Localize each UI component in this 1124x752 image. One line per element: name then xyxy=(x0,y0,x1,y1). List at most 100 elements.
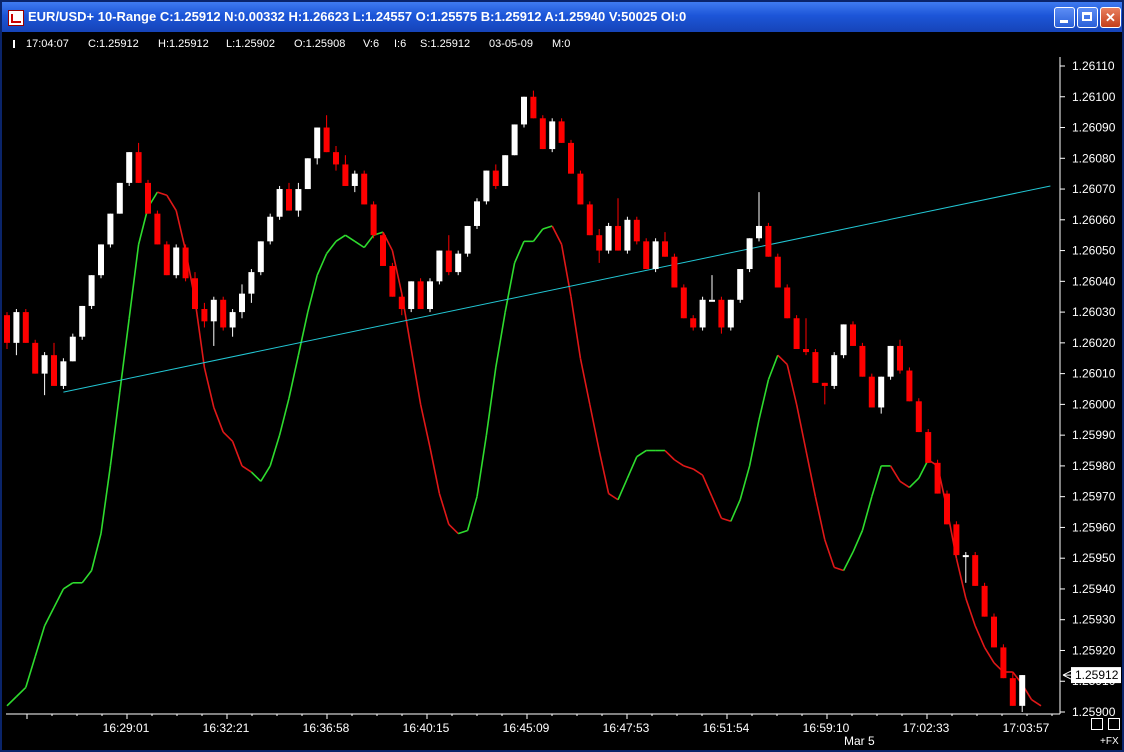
candle-up[interactable] xyxy=(210,299,217,322)
candle-up[interactable] xyxy=(248,272,255,294)
candle-down[interactable] xyxy=(220,299,227,328)
candle-down[interactable] xyxy=(812,352,819,383)
candle-down[interactable] xyxy=(765,225,772,257)
candle-up[interactable] xyxy=(239,293,245,313)
candle-up[interactable] xyxy=(276,189,283,217)
candle-up[interactable] xyxy=(962,555,969,558)
candle-up[interactable] xyxy=(709,299,715,302)
candle-down[interactable] xyxy=(633,219,640,242)
candle-down[interactable] xyxy=(944,493,950,525)
candle-down[interactable] xyxy=(370,204,377,236)
candle-down[interactable] xyxy=(586,204,593,236)
candle-down[interactable] xyxy=(530,96,537,119)
candle-down[interactable] xyxy=(201,309,208,322)
candle-up[interactable] xyxy=(511,124,518,156)
candle-up[interactable] xyxy=(98,244,104,276)
candle-down[interactable] xyxy=(643,241,650,270)
candle-down[interactable] xyxy=(934,462,941,494)
candle-up[interactable] xyxy=(436,250,443,282)
candle-down[interactable] xyxy=(342,164,349,186)
candle-up[interactable] xyxy=(831,355,838,386)
candle-up[interactable] xyxy=(521,96,527,125)
candle-up[interactable] xyxy=(13,312,20,343)
candle-down[interactable] xyxy=(568,142,574,174)
candle-down[interactable] xyxy=(492,170,499,186)
candle-down[interactable] xyxy=(793,318,800,350)
candle-down[interactable] xyxy=(22,312,29,343)
candle-up[interactable] xyxy=(257,241,264,273)
candle-up[interactable] xyxy=(427,281,433,310)
candle-down[interactable] xyxy=(286,189,292,211)
candle-up[interactable] xyxy=(295,189,302,211)
candle-down[interactable] xyxy=(850,324,856,346)
candle-down[interactable] xyxy=(323,127,330,153)
candle-down[interactable] xyxy=(784,287,791,319)
candle-down[interactable] xyxy=(380,235,386,266)
candle-up[interactable] xyxy=(699,299,706,328)
candle-up[interactable] xyxy=(605,225,612,251)
candle-down[interactable] xyxy=(972,555,979,586)
candle-down[interactable] xyxy=(821,382,828,386)
candle-up[interactable] xyxy=(229,312,236,328)
candle-up[interactable] xyxy=(107,213,114,245)
price-chart[interactable]: 1.26110 1.26100 1.26090 1.26080 1.26070 1.260… xyxy=(2,2,1122,750)
candle-down[interactable] xyxy=(51,355,57,386)
candle-down[interactable] xyxy=(718,299,725,328)
candle-down[interactable] xyxy=(145,182,151,214)
candle-down[interactable] xyxy=(192,278,198,310)
candle-up[interactable] xyxy=(727,299,734,328)
candle-up[interactable] xyxy=(464,225,471,254)
candle-down[interactable] xyxy=(925,432,932,463)
candle-down[interactable] xyxy=(981,585,988,617)
candle-down[interactable] xyxy=(596,235,603,251)
axis-scale-handle[interactable] xyxy=(1091,718,1103,730)
candle-up[interactable] xyxy=(408,281,415,310)
candle-down[interactable] xyxy=(897,345,903,371)
candle-up[interactable] xyxy=(126,152,133,183)
candle-up[interactable] xyxy=(878,376,885,408)
candle-up[interactable] xyxy=(474,201,480,226)
candle-down[interactable] xyxy=(389,265,396,297)
candle-down[interactable] xyxy=(953,524,960,556)
candle-down[interactable] xyxy=(662,241,668,257)
candle-down[interactable] xyxy=(558,121,565,143)
candle-up[interactable] xyxy=(173,247,180,276)
candle-up[interactable] xyxy=(88,275,95,306)
candle-down[interactable] xyxy=(333,152,339,165)
candle-up[interactable] xyxy=(79,305,86,337)
candle-up[interactable] xyxy=(840,324,847,356)
candle-down[interactable] xyxy=(615,225,621,251)
candle-up[interactable] xyxy=(314,127,321,159)
candle-down[interactable] xyxy=(859,345,866,377)
candle-up[interactable] xyxy=(351,173,358,186)
candle-down[interactable] xyxy=(445,250,452,273)
candle-down[interactable] xyxy=(803,349,809,353)
candle-down[interactable] xyxy=(154,213,161,245)
candle-up[interactable] xyxy=(756,225,762,239)
candle-down[interactable] xyxy=(680,287,687,319)
candle-down[interactable] xyxy=(182,247,189,279)
candle-down[interactable] xyxy=(774,256,781,288)
candle-down[interactable] xyxy=(32,342,39,374)
candle-down[interactable] xyxy=(417,281,424,310)
candle-down[interactable] xyxy=(906,370,913,402)
candle-up[interactable] xyxy=(116,182,123,214)
candle-down[interactable] xyxy=(1009,678,1016,706)
candle-up[interactable] xyxy=(737,269,744,300)
candle-down[interactable] xyxy=(361,173,368,205)
candle-up[interactable] xyxy=(304,158,311,190)
candle-up[interactable] xyxy=(502,155,509,186)
candle-down[interactable] xyxy=(991,616,997,648)
axis-scale-handle-2[interactable] xyxy=(1108,718,1120,730)
candle-down[interactable] xyxy=(163,244,170,276)
candle-up[interactable] xyxy=(69,336,76,362)
candle-down[interactable] xyxy=(4,315,10,343)
candle-down[interactable] xyxy=(398,296,405,310)
candle-up[interactable] xyxy=(746,238,753,270)
candle-up[interactable] xyxy=(1019,675,1026,706)
candle-up[interactable] xyxy=(60,361,67,386)
candle-down[interactable] xyxy=(690,318,697,328)
candle-down[interactable] xyxy=(539,118,546,150)
candle-up[interactable] xyxy=(267,216,274,242)
candle-up[interactable] xyxy=(483,170,490,202)
